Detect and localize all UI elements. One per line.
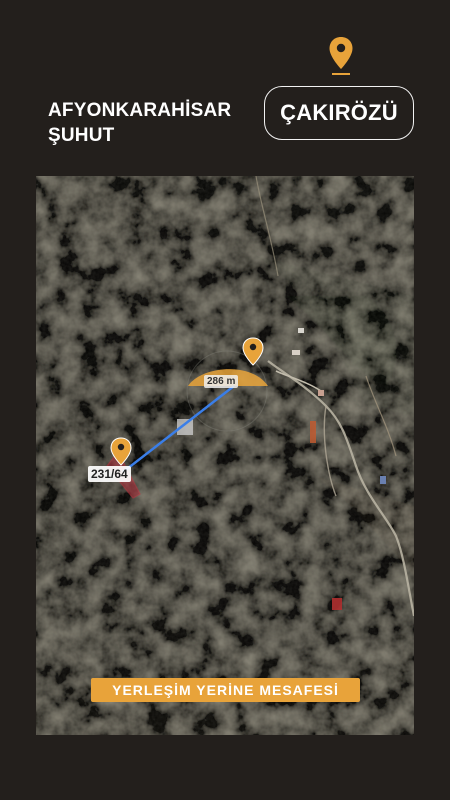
header: AFYONKARAHİSAR ŞUHUT ÇAKIRÖZÜ	[0, 0, 450, 170]
map-pin-icon	[329, 37, 353, 75]
location-block: AFYONKARAHİSAR ŞUHUT	[48, 98, 231, 148]
district-name: ŞUHUT	[48, 125, 115, 146]
distance-label: 286 m	[204, 375, 239, 388]
parcel-number-label: 231/64	[88, 466, 131, 482]
province-name: AFYONKARAHİSAR	[48, 100, 232, 121]
satellite-map[interactable]: 286 m 231/64	[36, 176, 414, 735]
distance-caption: YERLEŞİM YERİNE MESAFESİ	[91, 678, 360, 702]
terrain-imagery	[36, 176, 414, 735]
village-name-badge: ÇAKIRÖZÜ	[264, 86, 414, 140]
